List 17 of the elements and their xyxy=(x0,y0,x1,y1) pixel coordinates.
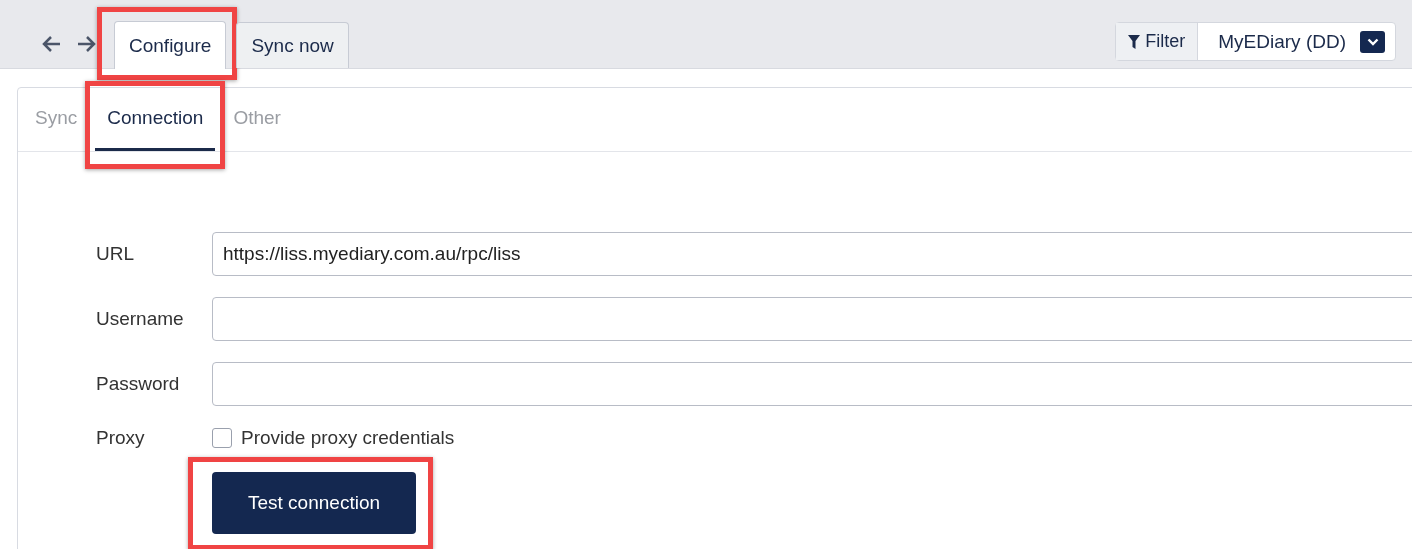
field-label: Username xyxy=(96,308,185,330)
test-connection-button[interactable]: Test connection xyxy=(212,472,416,534)
checkbox-label: Provide proxy credentials xyxy=(241,427,455,449)
chevron-down-icon xyxy=(1360,30,1385,53)
field-label: URL xyxy=(96,243,135,265)
field-label: Password xyxy=(96,373,181,395)
tab[interactable]: Configure xyxy=(114,21,227,69)
tab[interactable]: Sync now xyxy=(236,22,349,68)
input-field[interactable]: https://liss.myediary.com.au/rpc/liss xyxy=(212,232,1412,276)
filter-dropdown[interactable]: MyEDiary (DD) xyxy=(1198,23,1395,60)
checkbox[interactable] xyxy=(212,428,232,448)
input-field[interactable] xyxy=(212,362,1412,406)
field-label: Proxy xyxy=(96,427,146,449)
funnel-icon xyxy=(1128,34,1141,49)
filter-button[interactable]: Filter xyxy=(1116,23,1199,60)
input-field[interactable] xyxy=(212,297,1412,341)
tab[interactable]: Connection xyxy=(95,88,216,151)
